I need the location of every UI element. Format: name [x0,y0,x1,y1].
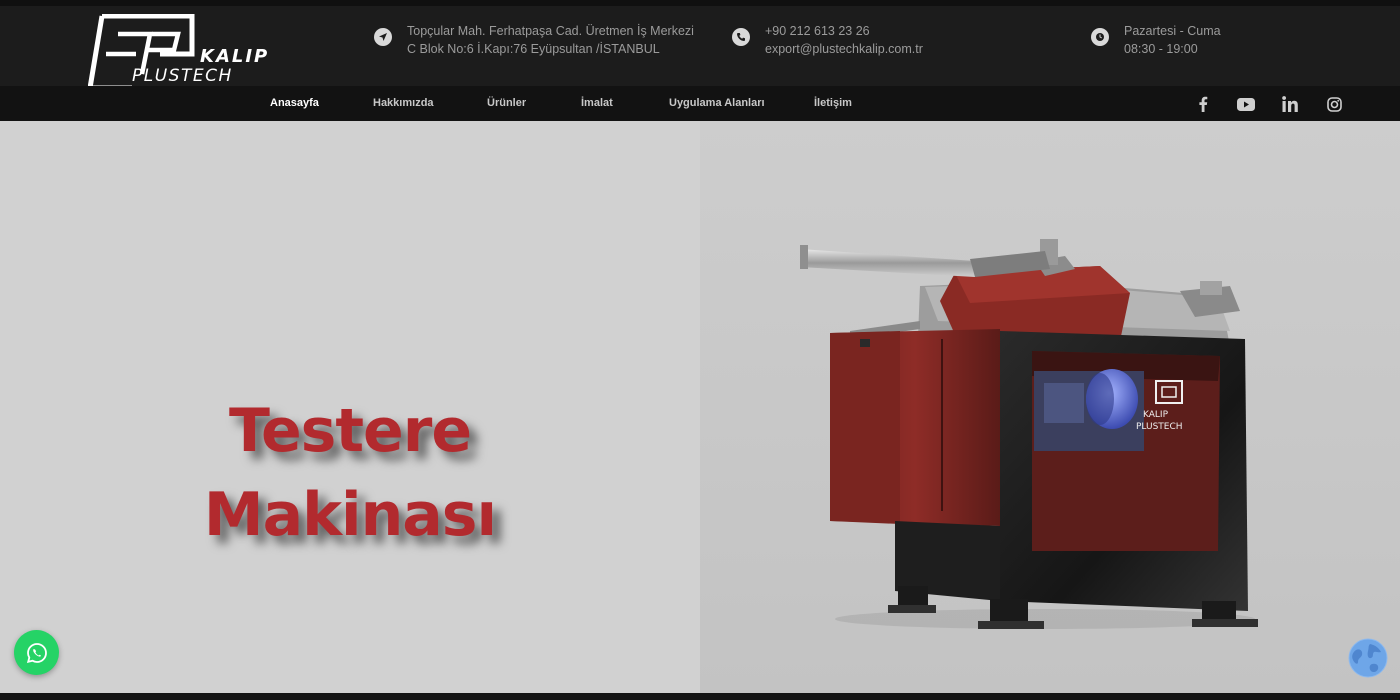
location-arrow-icon [374,28,392,46]
globe-icon [1348,638,1388,678]
address-line-2: C Blok No:6 İ.Kapı:76 Eyüpsultan /İSTANB… [407,42,660,56]
address-block: Topçular Mah. Ferhatpaşa Cad. Üretmen İş… [374,22,694,58]
hero-slider: Testere Makinası KALIP PLUSTECH [0,121,1400,693]
hours-time: 08:30 - 19:00 [1124,42,1198,56]
nav-item-hakkimizda[interactable]: Hakkımızda [373,86,434,121]
saw-machine-image: KALIP PLUSTECH [800,239,1258,629]
youtube-icon[interactable] [1236,94,1256,114]
phone-number-link[interactable]: +90 212 613 23 26 [765,22,923,40]
page: KALIP PLUSTECH Topçular Mah. Ferhatpaşa … [0,0,1400,700]
logo-kalip-text: KALIP [200,46,270,67]
whatsapp-icon [26,642,47,663]
hours-block: Pazartesi - Cuma 08:30 - 19:00 [1091,22,1221,58]
logo-plustech-text: PLUSTECH [132,66,233,86]
machine-logo-kalip: KALIP [1143,410,1169,420]
machine-logo-plustech: PLUSTECH [1136,422,1183,432]
main-nav: Anasayfa Hakkımızda Ürünler İmalat Uygul… [0,86,1400,121]
clock-icon [1091,28,1109,46]
nav-item-imalat[interactable]: İmalat [581,86,613,121]
facebook-icon[interactable] [1193,94,1213,114]
contact-block: +90 212 613 23 26 export@plustechkalip.c… [732,22,923,58]
bottom-edge [0,693,1400,700]
nav-item-iletisim[interactable]: İletişim [814,86,852,121]
hero-title-line-2: Makinası [203,480,497,550]
language-globe-button[interactable] [1348,638,1388,678]
hero-title-line-1: Testere [228,396,472,466]
phone-icon [732,28,750,46]
hours-days: Pazartesi - Cuma [1124,24,1221,38]
linkedin-icon[interactable] [1280,94,1300,114]
nav-item-anasayfa[interactable]: Anasayfa [270,86,319,121]
hero-text-panel: Testere Makinası [0,121,700,693]
whatsapp-button[interactable] [14,630,59,675]
site-logo[interactable]: KALIP PLUSTECH [88,14,270,90]
email-link[interactable]: export@plustechkalip.com.tr [765,40,923,58]
instagram-icon[interactable] [1324,94,1344,114]
address-line-1: Topçular Mah. Ferhatpaşa Cad. Üretmen İş… [407,24,694,38]
hero-image-panel: KALIP PLUSTECH [700,121,1400,693]
nav-item-uygulama-alanlari[interactable]: Uygulama Alanları [669,86,765,121]
hero-title: Testere Makinası [180,389,520,557]
top-header: KALIP PLUSTECH Topçular Mah. Ferhatpaşa … [0,6,1400,90]
nav-item-urunler[interactable]: Ürünler [487,86,526,121]
